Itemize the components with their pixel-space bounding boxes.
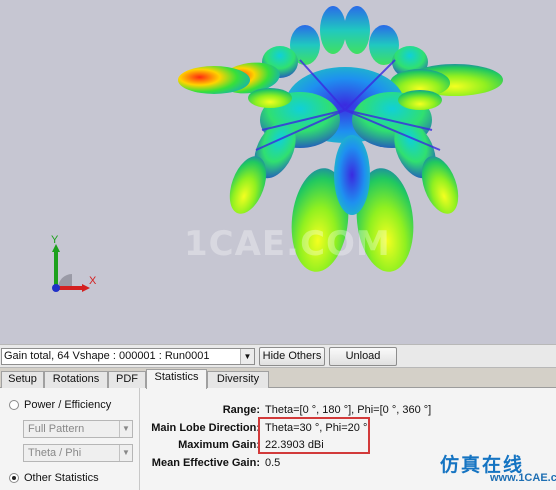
chevron-down-icon[interactable]: ▼: [119, 421, 132, 437]
power-efficiency-label: Power / Efficiency: [24, 399, 112, 411]
radiation-pattern-plot: [52, 6, 503, 292]
main-lobe-direction-label: Main Lobe Direction:: [151, 422, 260, 434]
axis-x-label: X: [89, 275, 97, 287]
pattern-lobe: [248, 88, 292, 108]
result-toolbar: Gain total, 64 Vshape : 000001 : Run0001…: [0, 344, 556, 368]
3d-viewport[interactable]: 1CAE.COM Y X: [0, 0, 556, 344]
range-label: Range:: [222, 404, 260, 416]
pattern-lobe: [320, 6, 346, 54]
unload-button[interactable]: Unload: [329, 347, 397, 366]
component-combo[interactable]: Theta / Phi ▼: [23, 444, 133, 462]
tab-pdf[interactable]: PDF: [108, 371, 146, 388]
pattern-combo[interactable]: Full Pattern ▼: [23, 420, 133, 438]
maximum-gain-label: Maximum Gain:: [178, 439, 260, 451]
other-statistics-label: Other Statistics: [24, 472, 99, 484]
hide-others-button[interactable]: Hide Others: [259, 347, 325, 366]
component-combo-value: Theta / Phi: [28, 447, 82, 459]
tab-rotations[interactable]: Rotations: [44, 371, 108, 388]
pattern-lobe: [334, 135, 370, 215]
pattern-lobe-left-peak: [178, 66, 250, 94]
run-selector-value: Gain total, 64 Vshape : 000001 : Run0001: [4, 350, 210, 362]
chevron-down-icon[interactable]: ▼: [240, 349, 254, 364]
tab-diversity[interactable]: Diversity: [207, 371, 269, 388]
axis-triad: [52, 244, 90, 292]
tab-setup[interactable]: Setup: [1, 371, 44, 388]
axis-y-label: Y: [51, 234, 59, 246]
range-value: Theta=[0 °, 180 °], Phi=[0 °, 360 °]: [265, 404, 432, 416]
chevron-down-icon[interactable]: ▼: [119, 445, 132, 461]
mean-effective-gain-label: Mean Effective Gain:: [151, 457, 260, 469]
pattern-lobe: [398, 90, 442, 110]
run-selector[interactable]: Gain total, 64 Vshape : 000001 : Run0001…: [1, 348, 255, 365]
options-column: Power / Efficiency Full Pattern ▼ Theta …: [0, 388, 140, 490]
power-efficiency-radio[interactable]: [9, 400, 19, 410]
pattern-lobe: [344, 6, 370, 54]
mean-effective-gain-value: 0.5: [265, 457, 281, 469]
site-logo: 仿真在线 www.1CAE.com: [440, 450, 556, 486]
logo-site-url: www.1CAE.com: [490, 472, 556, 484]
highlight-box: [258, 417, 370, 454]
tab-statistics[interactable]: Statistics: [146, 369, 207, 389]
tab-bar: Setup Rotations PDF Statistics Diversity: [0, 369, 556, 389]
watermark: 1CAE.COM: [184, 224, 391, 264]
other-statistics-radio[interactable]: [9, 473, 19, 483]
pattern-combo-value: Full Pattern: [28, 423, 85, 435]
